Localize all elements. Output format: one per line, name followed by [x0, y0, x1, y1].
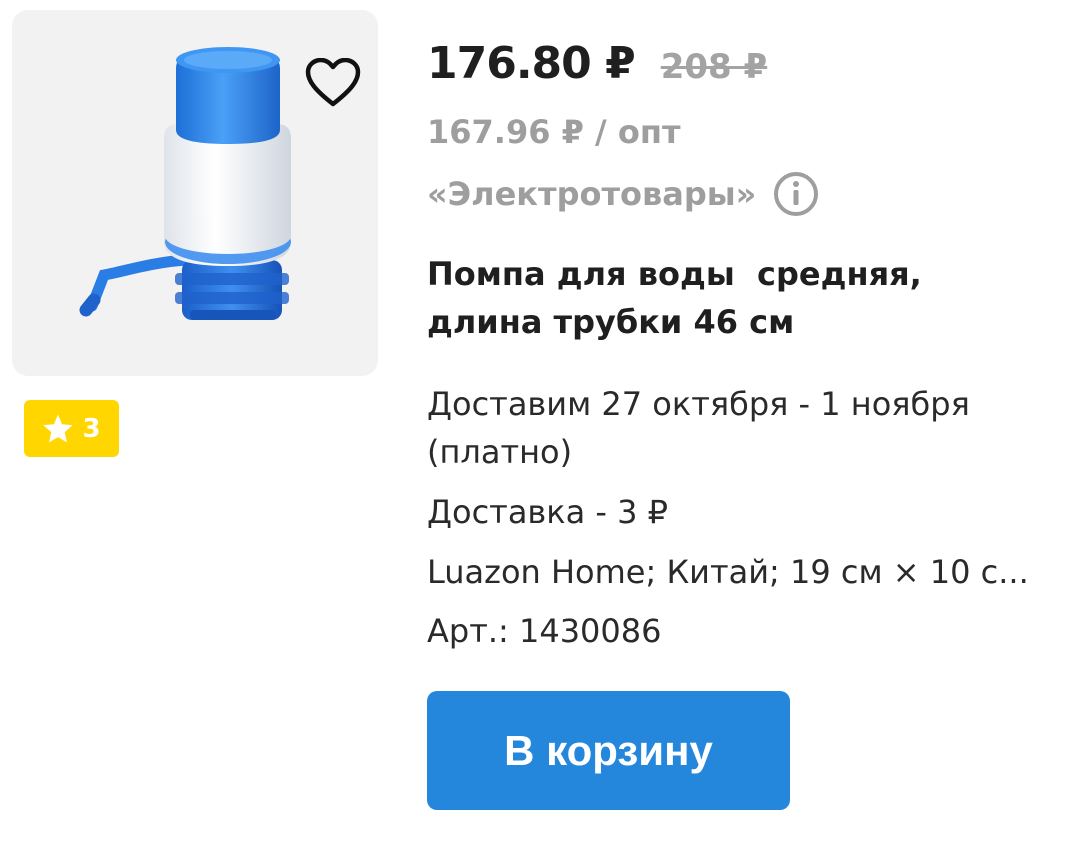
current-price: 176.80 ₽ [427, 38, 636, 89]
product-specs: Luazon Home; Китай; 19 см × 10 с... [427, 553, 1029, 591]
delivery-dates: Доставим 27 октября - 1 ноября (платно) [427, 385, 970, 471]
old-price: 208 ₽ [660, 47, 768, 87]
rating-count: 3 [82, 413, 101, 444]
product-card: 3 176.80 ₽ 208 ₽ 167.96 ₽ / опт «Электро… [0, 0, 1080, 855]
product-title[interactable]: Помпа для воды средняя, длина трубки 46 … [427, 250, 1047, 346]
star-icon [43, 414, 74, 443]
delivery-cost: Доставка - 3 ₽ [427, 493, 668, 531]
brand-name[interactable]: «Электротовары» [427, 175, 756, 213]
brand-row: «Электротовары» [427, 170, 820, 218]
rating-badge: 3 [24, 400, 119, 457]
info-icon[interactable] [772, 170, 820, 218]
favorite-button[interactable] [300, 52, 366, 114]
add-to-cart-label: В корзину [504, 726, 713, 774]
wholesale-price: 167.96 ₽ / опт [427, 113, 681, 151]
price-row: 176.80 ₽ 208 ₽ [427, 38, 767, 89]
product-image-container[interactable] [12, 10, 378, 376]
heart-icon [305, 58, 361, 107]
add-to-cart-button[interactable]: В корзину [427, 691, 790, 810]
product-sku: Арт.: 1430086 [427, 612, 662, 650]
